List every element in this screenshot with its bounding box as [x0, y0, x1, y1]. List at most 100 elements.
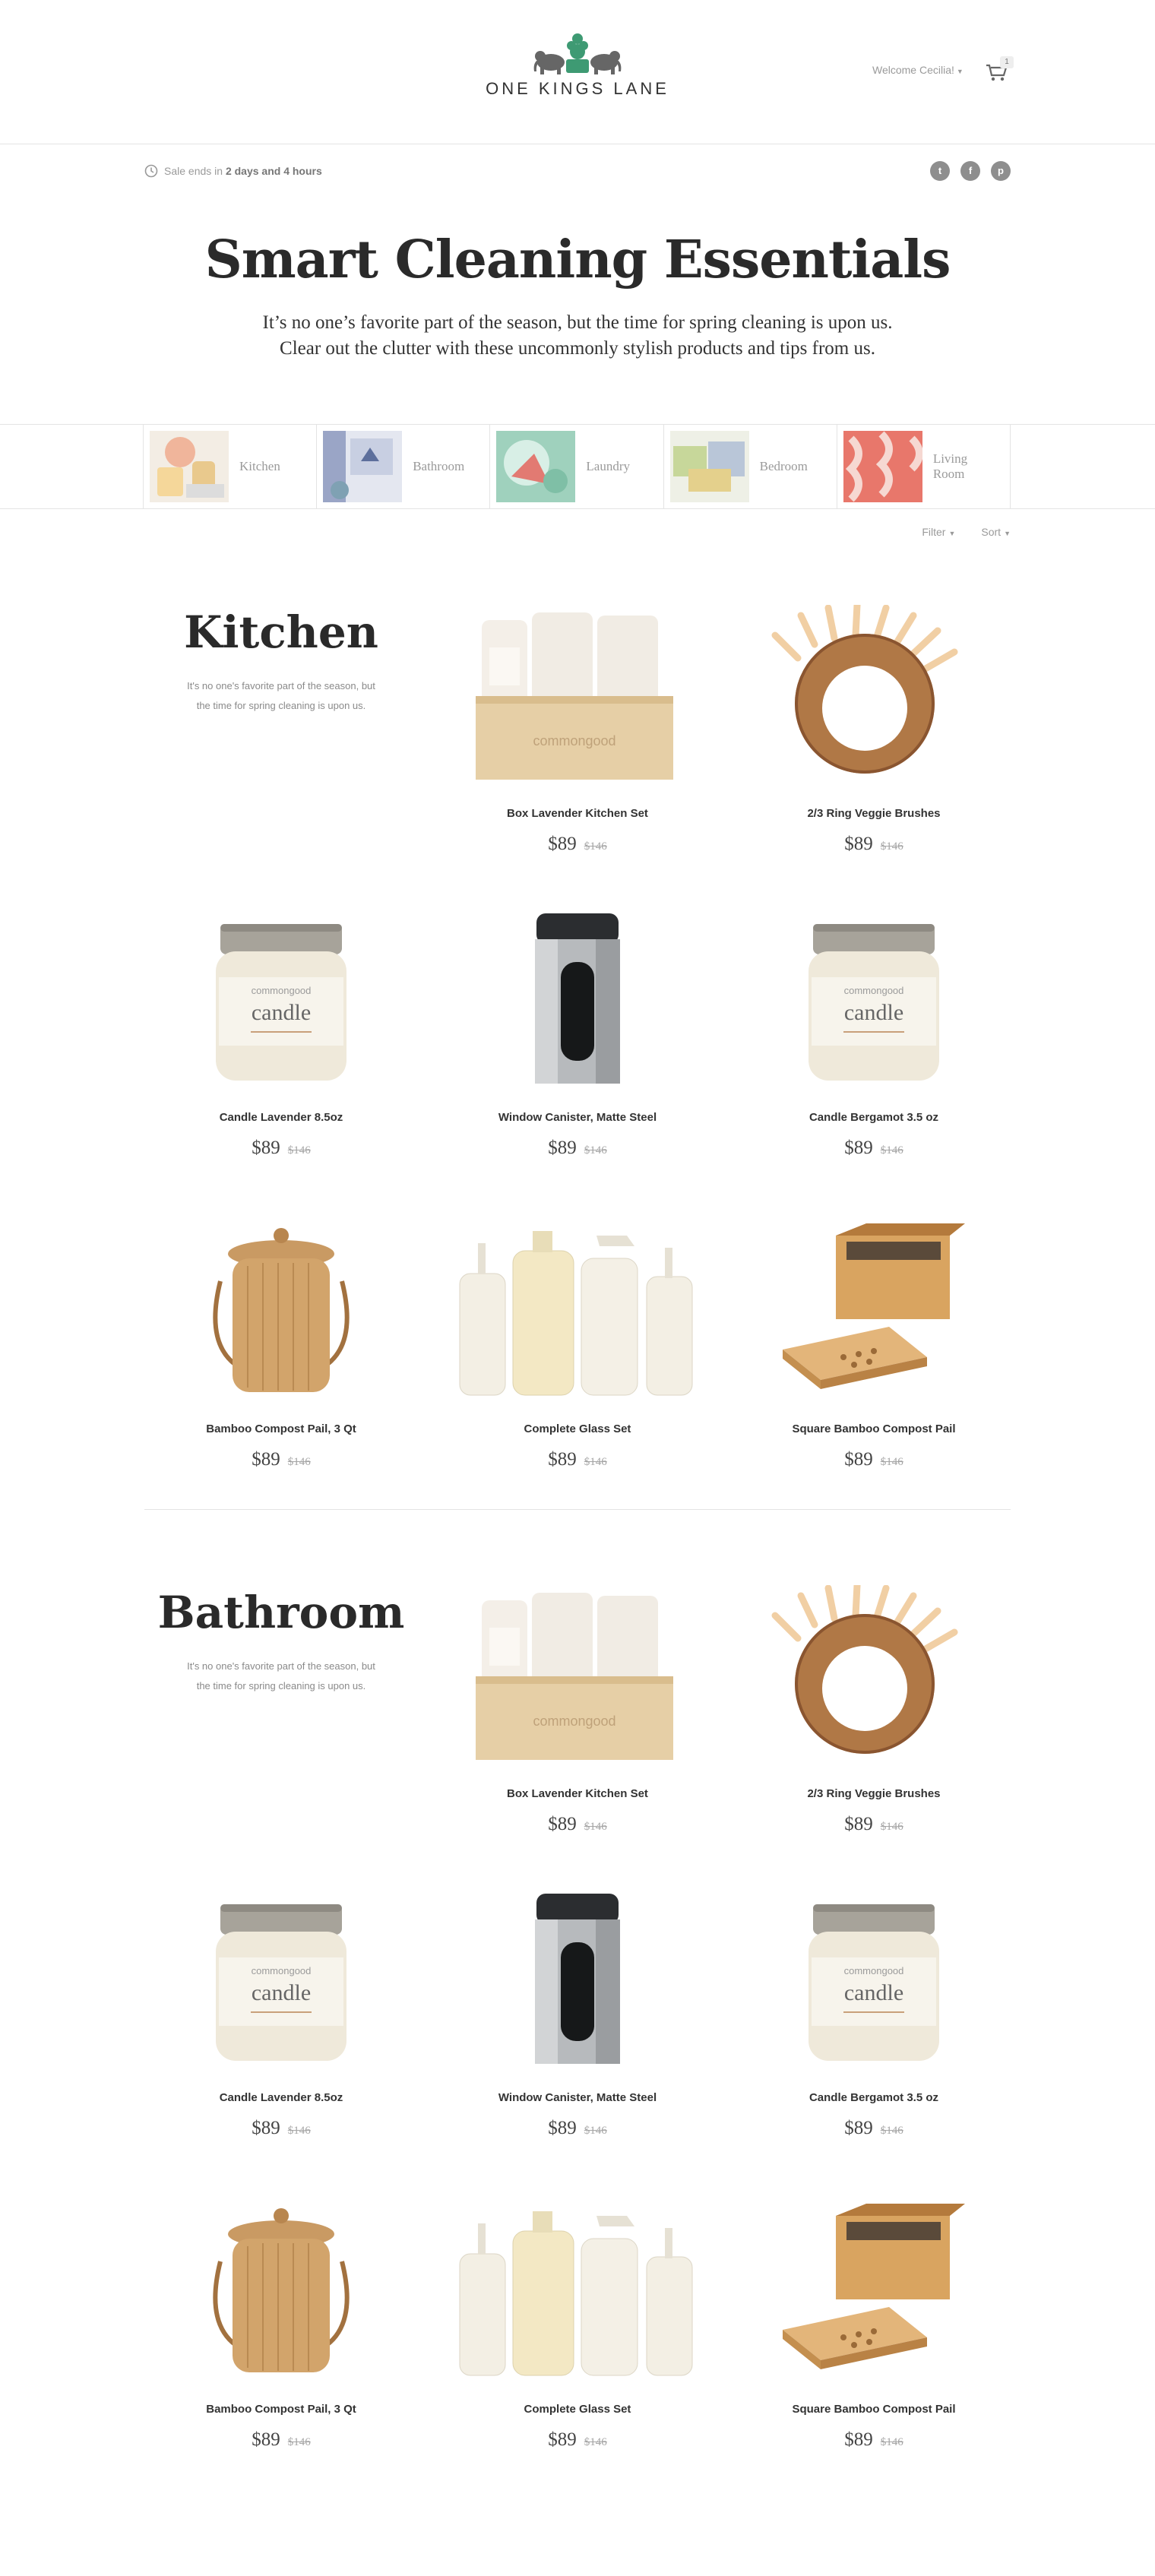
product-image-pail[interactable]	[144, 2193, 418, 2391]
product-card[interactable]: Bamboo Compost Pail, 3 Qt $89 $146	[144, 1213, 418, 1502]
product-image-box-set[interactable]: commongood	[441, 1578, 714, 1775]
product-card[interactable]: Complete Glass Set $89 $146	[441, 1213, 714, 1502]
product-card[interactable]: Square Bamboo Compost Pail $89 $146	[737, 2193, 1011, 2482]
product-image-square-pail[interactable]	[737, 1213, 1011, 1410]
pinterest-icon[interactable]: p	[991, 161, 1011, 181]
product-name[interactable]: Bamboo Compost Pail, 3 Qt	[144, 1422, 418, 1435]
section-description: It's no one's favorite part of the seaso…	[144, 676, 418, 716]
sale-price: $89	[252, 2118, 280, 2138]
category-laundry[interactable]: Laundry	[490, 425, 664, 508]
product-card[interactable]: commongood candle Candle Lavender 8.5oz $89…	[144, 901, 418, 1190]
brand-logo[interactable]: ONE KINGS LANE	[482, 29, 673, 105]
category-label: Bathroom	[413, 459, 465, 473]
sale-price: $89	[252, 1449, 280, 1470]
product-card[interactable]: commongood candle Candle Bergamot 3.5 oz $8…	[737, 1881, 1011, 2170]
product-name[interactable]: 2/3 Ring Veggie Brushes	[737, 1787, 1011, 1800]
product-name[interactable]: Candle Lavender 8.5oz	[144, 2091, 418, 2104]
living-room-thumbnail	[843, 431, 922, 502]
product-name[interactable]: Window Canister, Matte Steel	[441, 2091, 714, 2104]
product-card[interactable]: Window Canister, Matte Steel $89 $146	[441, 901, 714, 1190]
product-image-square-pail[interactable]	[737, 2193, 1011, 2391]
product-price: $89 $146	[144, 1138, 418, 1159]
product-card[interactable]: Bamboo Compost Pail, 3 Qt $89 $146	[144, 2193, 418, 2482]
product-name[interactable]: Complete Glass Set	[441, 2403, 714, 2416]
product-name[interactable]: Complete Glass Set	[441, 1422, 714, 1435]
facebook-icon[interactable]: f	[960, 161, 980, 181]
product-name[interactable]: Window Canister, Matte Steel	[441, 1111, 714, 1124]
account-menu[interactable]: Welcome Cecilia! ▼	[872, 64, 964, 76]
product-card[interactable]: Square Bamboo Compost Pail $89 $146	[737, 1213, 1011, 1502]
category-label-line2: Room	[932, 467, 965, 481]
product-image-ring-brush[interactable]	[737, 597, 1011, 795]
product-name[interactable]: Square Bamboo Compost Pail	[737, 2403, 1011, 2416]
product-name[interactable]: Bamboo Compost Pail, 3 Qt	[144, 2403, 418, 2416]
product-image-pail[interactable]	[144, 1213, 418, 1410]
original-price: $146	[584, 2125, 607, 2137]
category-kitchen[interactable]: Kitchen	[144, 425, 318, 508]
product-image-box-set[interactable]: commongood	[441, 597, 714, 795]
product-price: $89 $146	[441, 2429, 714, 2451]
product-image-candle[interactable]: commongood candle	[737, 901, 1011, 1099]
twitter-icon[interactable]: t	[930, 161, 950, 181]
chevron-down-icon: ▼	[956, 68, 964, 75]
product-card[interactable]: commongood candle Candle Lavender 8.5oz $89…	[144, 1881, 418, 2170]
product-card[interactable]: Window Canister, Matte Steel $89 $146	[441, 1881, 714, 2170]
svg-text:candle: candle	[252, 1980, 311, 2005]
sale-price: $89	[844, 2429, 873, 2450]
product-card[interactable]: Complete Glass Set $89 $146	[441, 2193, 714, 2482]
page-title: Smart Cleaning Essentials	[204, 229, 951, 290]
product-image-candle[interactable]: commongood candle	[144, 901, 418, 1099]
category-bathroom[interactable]: Bathroom	[317, 425, 491, 508]
product-image-canister[interactable]	[441, 901, 714, 1099]
product-price: $89 $146	[737, 1814, 1011, 1835]
product-name[interactable]: Candle Bergamot 3.5 oz	[737, 2091, 1011, 2104]
category-bedroom[interactable]: Bedroom	[664, 425, 837, 508]
product-card[interactable]: 2/3 Ring Veggie Brushes $89 $146	[737, 597, 1011, 886]
product-name[interactable]: Box Lavender Kitchen Set	[441, 1787, 714, 1800]
svg-text:candle: candle	[844, 1000, 903, 1025]
sort-dropdown[interactable]: Sort ▼	[981, 526, 1011, 538]
sale-countdown: Sale ends in 2 days and 4 hours	[144, 164, 322, 178]
product-card[interactable]: 2/3 Ring Veggie Brushes $89 $146	[737, 1578, 1011, 1866]
sale-price: $89	[252, 2429, 280, 2450]
product-image-canister[interactable]	[441, 1881, 714, 2079]
product-image-candle[interactable]: commongood candle	[737, 1881, 1011, 2079]
sale-price: $89	[844, 834, 873, 854]
product-card[interactable]: commongood Box Lavender Kitchen Set $89 $14…	[441, 597, 714, 886]
section-title: Kitchen	[184, 606, 378, 658]
cart-count-badge: 1	[1000, 56, 1014, 68]
product-name[interactable]: Candle Lavender 8.5oz	[144, 1111, 418, 1124]
product-name[interactable]: Candle Bergamot 3.5 oz	[737, 1111, 1011, 1124]
section-title: Bathroom	[157, 1587, 405, 1638]
filter-sort-bar: Filter ▼ Sort ▼	[922, 526, 1011, 538]
product-card[interactable]: commongood Box Lavender Kitchen Set $89 $14…	[441, 1578, 714, 1866]
category-label-line1: Living	[932, 451, 968, 466]
category-label: Kitchen	[239, 459, 280, 473]
sale-price: $89	[844, 1449, 873, 1470]
sale-time: 2 days and 4 hours	[225, 165, 322, 177]
section-description-line1: It's no one's favorite part of the seaso…	[187, 680, 375, 691]
product-name[interactable]: 2/3 Ring Veggie Brushes	[737, 807, 1011, 820]
product-image-glass-set[interactable]	[441, 1213, 714, 1410]
category-label: Laundry	[586, 459, 630, 473]
filter-dropdown[interactable]: Filter ▼	[922, 526, 955, 538]
elephant-logo-icon	[533, 33, 622, 74]
category-label: Living Room	[933, 451, 967, 482]
product-card[interactable]: commongood candle Candle Bergamot 3.5 oz $8…	[737, 901, 1011, 1190]
kitchen-thumbnail	[150, 431, 229, 502]
sale-price: $89	[548, 1449, 577, 1470]
svg-text:candle: candle	[844, 1980, 903, 2005]
clock-icon	[144, 164, 158, 178]
product-name[interactable]: Square Bamboo Compost Pail	[737, 1422, 1011, 1435]
welcome-text: Welcome Cecilia!	[872, 64, 954, 76]
product-price: $89 $146	[441, 1138, 714, 1159]
sale-price: $89	[548, 1814, 577, 1834]
cart-button[interactable]: 1	[985, 56, 1015, 82]
category-living-room[interactable]: Living Room	[837, 425, 1011, 508]
product-image-candle[interactable]: commongood candle	[144, 1881, 418, 2079]
product-name[interactable]: Box Lavender Kitchen Set	[441, 807, 714, 820]
product-image-ring-brush[interactable]	[737, 1578, 1011, 1775]
product-image-glass-set[interactable]	[441, 2193, 714, 2391]
original-price: $146	[584, 840, 607, 853]
product-price: $89 $146	[144, 2429, 418, 2451]
